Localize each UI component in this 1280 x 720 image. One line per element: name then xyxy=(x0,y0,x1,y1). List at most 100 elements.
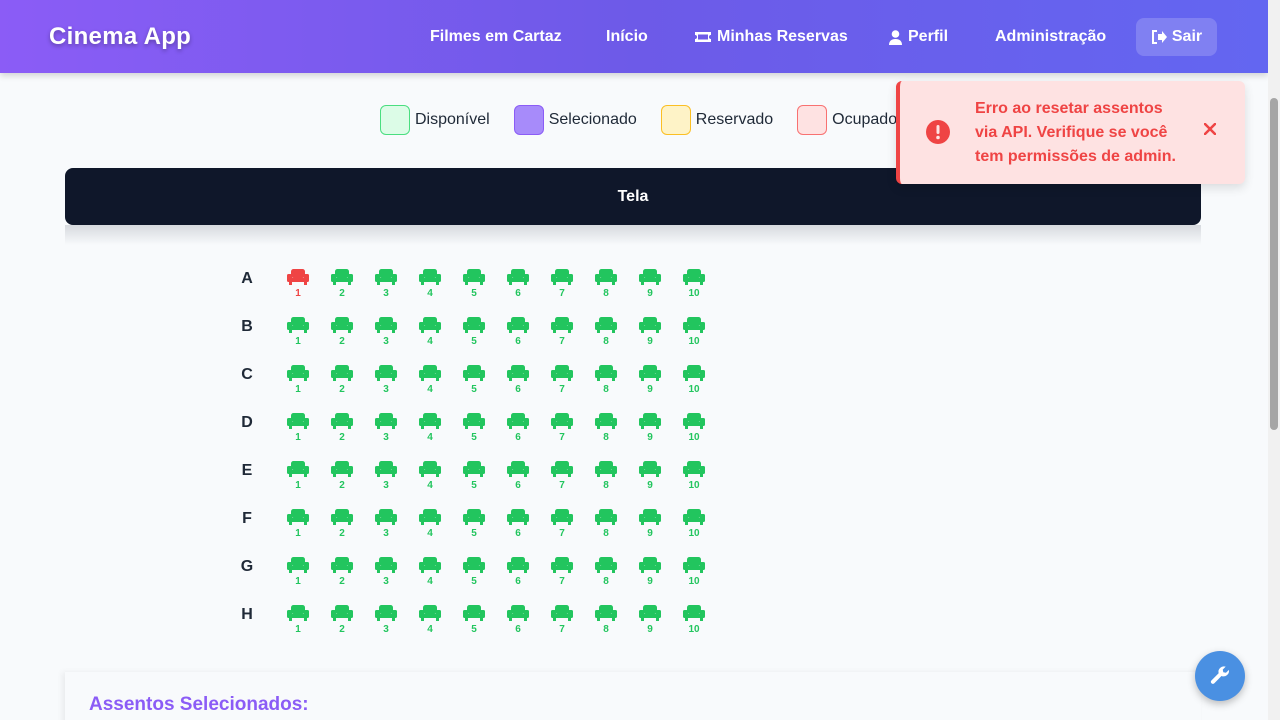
seat-C10[interactable]: 10 xyxy=(679,364,709,400)
seat-H10[interactable]: 10 xyxy=(679,604,709,640)
seat-F4[interactable]: 4 xyxy=(415,508,445,544)
seat-E2[interactable]: 2 xyxy=(327,460,357,496)
nav-link-inicio[interactable]: Início xyxy=(606,28,648,46)
seat-B7[interactable]: 7 xyxy=(547,316,577,352)
seat-H3[interactable]: 3 xyxy=(371,604,401,640)
seat-G1[interactable]: 1 xyxy=(283,556,313,592)
seat-C8[interactable]: 8 xyxy=(591,364,621,400)
seat-C2[interactable]: 2 xyxy=(327,364,357,400)
seat-number: 1 xyxy=(295,528,301,539)
seat-F7[interactable]: 7 xyxy=(547,508,577,544)
seat-C9[interactable]: 9 xyxy=(635,364,665,400)
nav-link-administracao[interactable]: Administração xyxy=(995,28,1106,46)
row-label-b: B xyxy=(241,318,253,335)
seat-D9[interactable]: 9 xyxy=(635,412,665,448)
seat-A1[interactable]: 1 xyxy=(283,268,313,304)
seat-F3[interactable]: 3 xyxy=(371,508,401,544)
seat-B4[interactable]: 4 xyxy=(415,316,445,352)
seat-C1[interactable]: 1 xyxy=(283,364,313,400)
close-icon[interactable] xyxy=(1204,123,1216,135)
seat-G3[interactable]: 3 xyxy=(371,556,401,592)
seat-E7[interactable]: 7 xyxy=(547,460,577,496)
seat-G7[interactable]: 7 xyxy=(547,556,577,592)
seat-E1[interactable]: 1 xyxy=(283,460,313,496)
seat-E9[interactable]: 9 xyxy=(635,460,665,496)
seat-E10[interactable]: 10 xyxy=(679,460,709,496)
armchair-icon xyxy=(639,365,661,381)
seat-E5[interactable]: 5 xyxy=(459,460,489,496)
seat-D6[interactable]: 6 xyxy=(503,412,533,448)
seat-D8[interactable]: 8 xyxy=(591,412,621,448)
logout-button[interactable]: Sair xyxy=(1136,18,1217,56)
seat-G8[interactable]: 8 xyxy=(591,556,621,592)
seat-H5[interactable]: 5 xyxy=(459,604,489,640)
scrollbar-thumb[interactable] xyxy=(1270,98,1278,430)
brand-logo[interactable]: Cinema App xyxy=(49,23,191,51)
seat-D3[interactable]: 3 xyxy=(371,412,401,448)
seat-E4[interactable]: 4 xyxy=(415,460,445,496)
seat-A5[interactable]: 5 xyxy=(459,268,489,304)
seat-B8[interactable]: 8 xyxy=(591,316,621,352)
seat-A4[interactable]: 4 xyxy=(415,268,445,304)
seat-D1[interactable]: 1 xyxy=(283,412,313,448)
seat-D7[interactable]: 7 xyxy=(547,412,577,448)
seat-D5[interactable]: 5 xyxy=(459,412,489,448)
seat-H2[interactable]: 2 xyxy=(327,604,357,640)
seat-C5[interactable]: 5 xyxy=(459,364,489,400)
nav-link-filmes[interactable]: Filmes em Cartaz xyxy=(430,28,562,46)
seat-A2[interactable]: 2 xyxy=(327,268,357,304)
seat-number: 6 xyxy=(515,336,521,347)
seat-E8[interactable]: 8 xyxy=(591,460,621,496)
seat-C7[interactable]: 7 xyxy=(547,364,577,400)
seat-B1[interactable]: 1 xyxy=(283,316,313,352)
seat-A6[interactable]: 6 xyxy=(503,268,533,304)
seat-F5[interactable]: 5 xyxy=(459,508,489,544)
seat-B6[interactable]: 6 xyxy=(503,316,533,352)
scrollbar[interactable] xyxy=(1268,0,1280,720)
seat-A3[interactable]: 3 xyxy=(371,268,401,304)
seat-E6[interactable]: 6 xyxy=(503,460,533,496)
armchair-icon xyxy=(507,365,529,381)
armchair-icon xyxy=(287,365,309,381)
seat-H4[interactable]: 4 xyxy=(415,604,445,640)
seat-B5[interactable]: 5 xyxy=(459,316,489,352)
seat-H1[interactable]: 1 xyxy=(283,604,313,640)
seat-A9[interactable]: 9 xyxy=(635,268,665,304)
seat-H8[interactable]: 8 xyxy=(591,604,621,640)
admin-tools-button[interactable] xyxy=(1195,651,1245,701)
seat-H6[interactable]: 6 xyxy=(503,604,533,640)
seat-F9[interactable]: 9 xyxy=(635,508,665,544)
seat-A7[interactable]: 7 xyxy=(547,268,577,304)
seat-B2[interactable]: 2 xyxy=(327,316,357,352)
seat-C3[interactable]: 3 xyxy=(371,364,401,400)
seat-H7[interactable]: 7 xyxy=(547,604,577,640)
seat-D10[interactable]: 10 xyxy=(679,412,709,448)
seat-A8[interactable]: 8 xyxy=(591,268,621,304)
seat-G5[interactable]: 5 xyxy=(459,556,489,592)
seat-F6[interactable]: 6 xyxy=(503,508,533,544)
seat-F10[interactable]: 10 xyxy=(679,508,709,544)
seat-G6[interactable]: 6 xyxy=(503,556,533,592)
seat-E3[interactable]: 3 xyxy=(371,460,401,496)
seat-C6[interactable]: 6 xyxy=(503,364,533,400)
seat-G2[interactable]: 2 xyxy=(327,556,357,592)
seat-B9[interactable]: 9 xyxy=(635,316,665,352)
seat-number: 6 xyxy=(515,432,521,443)
seat-D4[interactable]: 4 xyxy=(415,412,445,448)
seat-G9[interactable]: 9 xyxy=(635,556,665,592)
nav-link-perfil[interactable]: Perfil xyxy=(889,28,948,46)
seat-H9[interactable]: 9 xyxy=(635,604,665,640)
seat-B10[interactable]: 10 xyxy=(679,316,709,352)
seat-F2[interactable]: 2 xyxy=(327,508,357,544)
seat-A10[interactable]: 10 xyxy=(679,268,709,304)
row-label-h: H xyxy=(241,606,253,623)
seat-F1[interactable]: 1 xyxy=(283,508,313,544)
seat-G4[interactable]: 4 xyxy=(415,556,445,592)
seat-B3[interactable]: 3 xyxy=(371,316,401,352)
seat-F8[interactable]: 8 xyxy=(591,508,621,544)
seat-C4[interactable]: 4 xyxy=(415,364,445,400)
nav-link-minhas-reservas[interactable]: Minhas Reservas xyxy=(695,28,848,46)
seat-G10[interactable]: 10 xyxy=(679,556,709,592)
seat-D2[interactable]: 2 xyxy=(327,412,357,448)
seat-number: 10 xyxy=(688,624,700,635)
